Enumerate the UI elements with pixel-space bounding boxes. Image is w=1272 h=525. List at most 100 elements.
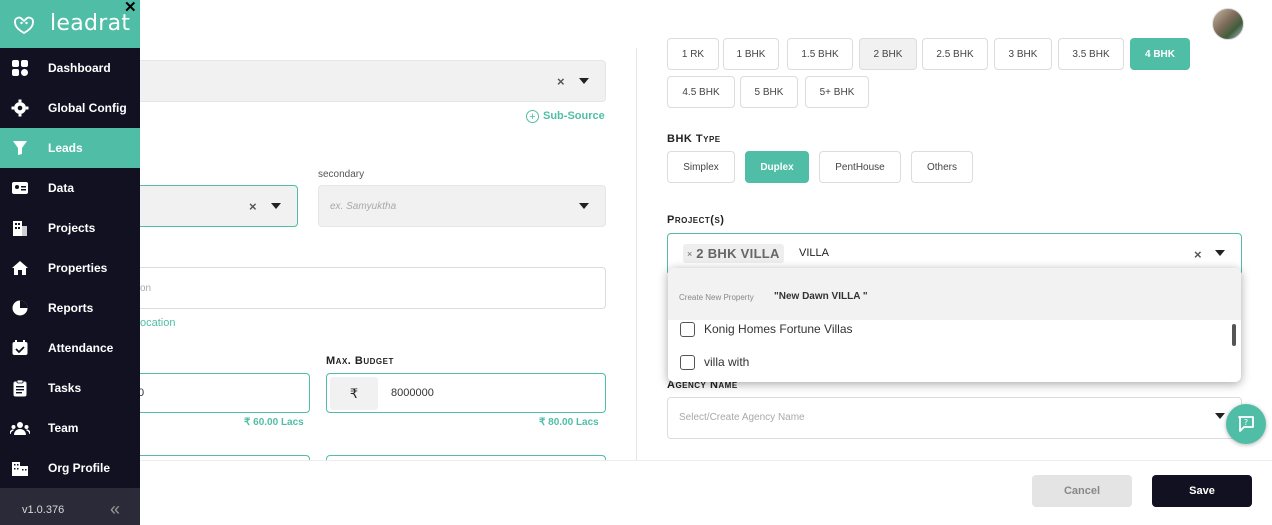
sidebar-item-label: Properties bbox=[48, 261, 108, 275]
chevron-down-icon[interactable] bbox=[1215, 250, 1225, 256]
sidebar-item-label: Data bbox=[48, 181, 75, 195]
brand-header: leadrat ✕ bbox=[0, 0, 140, 48]
project-tag[interactable]: × 2 BHK VILLA bbox=[683, 244, 784, 263]
app-root: × + Sub-Source × secondary ex. Samyuktha… bbox=[0, 0, 1272, 525]
org-icon bbox=[10, 458, 30, 478]
close-icon[interactable]: ✕ bbox=[124, 0, 137, 16]
create-hint: Create New Property bbox=[679, 293, 754, 302]
bhk-chip[interactable]: 4.5 BHK bbox=[667, 76, 735, 108]
chevron-down-icon[interactable] bbox=[579, 203, 589, 209]
collapse-sidebar-icon[interactable]: « bbox=[110, 499, 120, 520]
sidebar-item-label: Global Config bbox=[48, 101, 127, 115]
sidebar-item-label: Team bbox=[48, 421, 79, 435]
id-card-icon bbox=[10, 178, 30, 198]
sub-source-link[interactable]: Sub-Source bbox=[543, 110, 605, 122]
sidebar-item-projects[interactable]: Projects bbox=[0, 208, 140, 248]
home-icon bbox=[10, 258, 30, 278]
sidebar-item-label: Dashboard bbox=[48, 61, 111, 75]
chevron-down-icon[interactable] bbox=[1215, 413, 1225, 419]
list-item[interactable]: Konig Homes Fortune Villas bbox=[680, 320, 1220, 338]
team-icon bbox=[10, 418, 30, 438]
calendar-icon bbox=[10, 338, 30, 358]
sidebar-item-data[interactable]: Data bbox=[0, 168, 140, 208]
sidebar-item-leads[interactable]: Leads bbox=[0, 128, 140, 168]
list-item[interactable]: villa with bbox=[680, 353, 1220, 371]
bhk-type-chip[interactable]: PentHouse bbox=[819, 151, 901, 183]
bhk-chip[interactable]: 1.5 BHK bbox=[787, 38, 853, 70]
sidebar-item-team[interactable]: Team bbox=[0, 408, 140, 448]
sidebar-item-attendance[interactable]: Attendance bbox=[0, 328, 140, 368]
bhk-chip[interactable]: 3 BHK bbox=[994, 38, 1052, 70]
help-chat-button[interactable]: ? bbox=[1226, 404, 1266, 444]
bhk-chip[interactable]: 1 BHK bbox=[723, 38, 779, 70]
sidebar-item-label: Org Profile bbox=[48, 461, 111, 475]
grid-icon bbox=[10, 58, 30, 78]
min-budget-input[interactable] bbox=[120, 373, 310, 413]
funnel-icon bbox=[10, 138, 30, 158]
option-label: Konig Homes Fortune Villas bbox=[704, 322, 853, 336]
checkbox[interactable] bbox=[680, 321, 695, 337]
projects-search-text[interactable]: VILLA bbox=[799, 247, 829, 259]
secondary-label: secondary bbox=[318, 169, 365, 180]
clear-sub-source-icon[interactable]: × bbox=[557, 74, 565, 89]
add-location-link[interactable]: ocation bbox=[140, 317, 175, 329]
bhk-type-chip[interactable]: Simplex bbox=[667, 151, 735, 183]
avatar[interactable] bbox=[1212, 8, 1244, 40]
bhk-chip[interactable]: 4 BHK bbox=[1130, 38, 1190, 70]
project-tag-label: 2 BHK VILLA bbox=[696, 246, 780, 261]
max-budget-hint: ₹ 80.00 Lacs bbox=[539, 417, 599, 428]
sidebar-item-label: Attendance bbox=[48, 341, 114, 355]
bhk-chip[interactable]: 5 BHK bbox=[740, 76, 798, 108]
chevron-down-icon[interactable] bbox=[579, 78, 589, 84]
dropdown-scrollbar[interactable] bbox=[1232, 324, 1236, 346]
max-budget-label: Max. Budget bbox=[326, 355, 394, 367]
max-budget-value: 8000000 bbox=[391, 387, 434, 399]
sidebar-footer: v1.0.376 « bbox=[0, 488, 140, 525]
agency-placeholder: Select/Create Agency Name bbox=[679, 412, 805, 423]
pie-chart-icon bbox=[10, 298, 30, 318]
sidebar-item-global-config[interactable]: Global Config bbox=[0, 88, 140, 128]
projects-label: Project(s) bbox=[667, 214, 725, 226]
sidebar-item-label: Reports bbox=[48, 301, 94, 315]
projects-dropdown: Create New Property "New Dawn VILLA " Ko… bbox=[668, 268, 1241, 382]
clear-projects-icon[interactable]: × bbox=[1194, 247, 1202, 262]
chevron-down-icon[interactable] bbox=[271, 203, 281, 209]
sub-source-select[interactable] bbox=[120, 60, 606, 102]
save-button[interactable]: Save bbox=[1152, 475, 1252, 507]
leadrat-logo-icon bbox=[14, 16, 34, 35]
sidebar-item-label: Projects bbox=[48, 221, 96, 235]
bhk-type-chip[interactable]: Duplex bbox=[745, 151, 809, 183]
remove-tag-icon[interactable]: × bbox=[687, 249, 692, 259]
gear-icon bbox=[10, 98, 30, 118]
create-value: "New Dawn VILLA " bbox=[774, 291, 868, 302]
bhk-type-label: BHK Type bbox=[667, 133, 721, 145]
app-version: v1.0.376 bbox=[22, 504, 65, 516]
sidebar-item-properties[interactable]: Properties bbox=[0, 248, 140, 288]
brand-name: leadrat bbox=[50, 11, 131, 36]
bhk-chip[interactable]: 3.5 BHK bbox=[1058, 38, 1124, 70]
bhk-chip[interactable]: 2.5 BHK bbox=[922, 38, 988, 70]
chat-help-icon: ? bbox=[1238, 416, 1254, 432]
clear-primary-icon[interactable]: × bbox=[249, 199, 257, 214]
sidebar-item-label: Leads bbox=[48, 141, 83, 155]
option-label: villa with bbox=[704, 355, 750, 369]
clipboard-icon bbox=[10, 378, 30, 398]
sidebar-item-org-profile[interactable]: Org Profile bbox=[0, 448, 140, 488]
add-circle-icon[interactable]: + bbox=[526, 110, 539, 123]
bhk-chip[interactable]: 2 BHK bbox=[859, 38, 917, 70]
bhk-chip[interactable]: 5+ BHK bbox=[805, 76, 869, 108]
sidebar: leadrat ✕ Dashboard Global Config Leads Dat… bbox=[0, 0, 140, 525]
bhk-chip[interactable]: 1 RK bbox=[667, 38, 719, 70]
sidebar-item-reports[interactable]: Reports bbox=[0, 288, 140, 328]
bhk-type-chip[interactable]: Others bbox=[911, 151, 973, 183]
checkbox[interactable] bbox=[680, 354, 695, 370]
currency-selector[interactable]: ₹ bbox=[330, 377, 378, 410]
sidebar-item-label: Tasks bbox=[48, 381, 82, 395]
building-icon bbox=[10, 218, 30, 238]
create-new-property-option[interactable]: Create New Property "New Dawn VILLA " bbox=[668, 268, 1241, 320]
cancel-button[interactable]: Cancel bbox=[1032, 475, 1132, 507]
location-input[interactable] bbox=[120, 267, 606, 309]
secondary-placeholder: ex. Samyuktha bbox=[330, 201, 397, 212]
sidebar-item-dashboard[interactable]: Dashboard bbox=[0, 48, 140, 88]
sidebar-item-tasks[interactable]: Tasks bbox=[0, 368, 140, 408]
